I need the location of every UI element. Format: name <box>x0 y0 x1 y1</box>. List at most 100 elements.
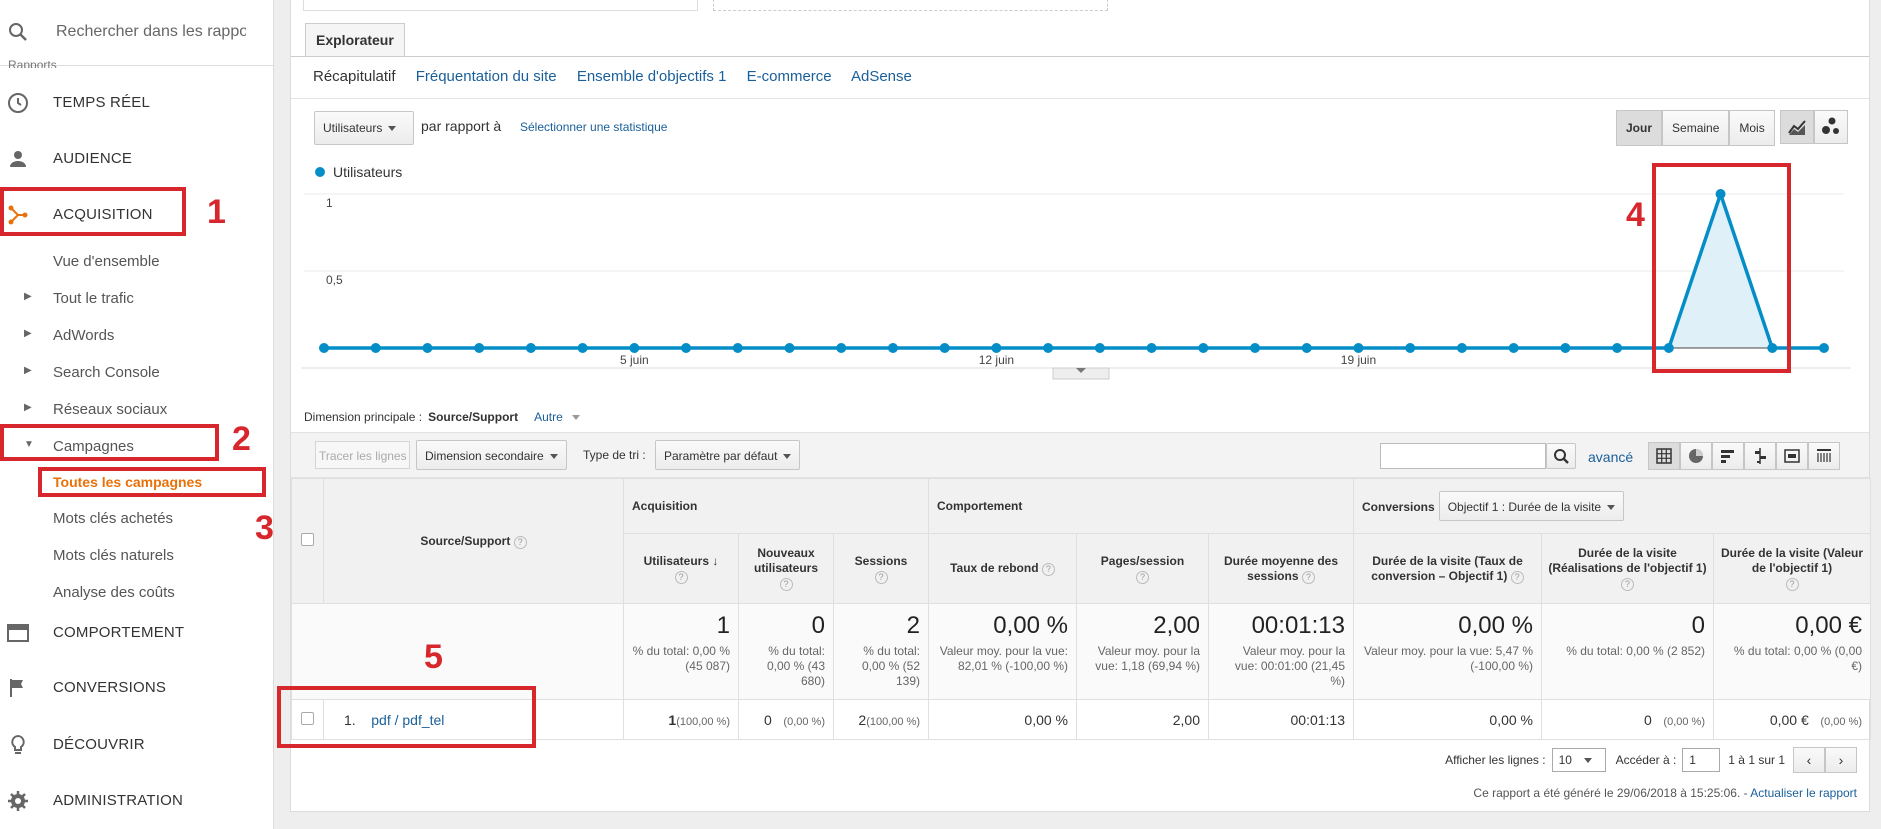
table-view-selector <box>1648 442 1840 470</box>
table-search-input[interactable] <box>1380 443 1546 469</box>
subtab-summary[interactable]: Récapitulatif <box>313 68 396 85</box>
cell-pct: (0,00 %) <box>1820 715 1862 728</box>
annotation-number-4: 4 <box>1626 196 1645 234</box>
period-week-button[interactable]: Semaine <box>1662 110 1730 146</box>
percentage-view-button[interactable] <box>1680 442 1712 470</box>
subtab-site-usage[interactable]: Fréquentation du site <box>416 68 557 85</box>
nav-conversions[interactable]: CONVERSIONS <box>0 668 274 708</box>
help-icon[interactable]: ? <box>513 535 527 549</box>
col-label: Durée de la visite (Réalisations de l'ob… <box>1548 546 1707 575</box>
data-point <box>1043 343 1054 353</box>
cell-bounce: 0,00 % <box>928 699 1077 740</box>
help-icon[interactable]: ? <box>674 570 688 584</box>
col-new-users[interactable]: Nouveaux utilisateurs? <box>738 533 834 604</box>
nav-sub-label: Réseaux sociaux <box>53 401 168 418</box>
refresh-report-link[interactable]: Actualiser le rapport <box>1750 786 1857 800</box>
expand-arrow-icon: ▶ <box>24 402 32 413</box>
nav-overview[interactable]: Vue d'ensemble <box>0 246 274 276</box>
cell-pct: (100,00 %) <box>676 715 730 728</box>
data-point <box>887 343 898 353</box>
metric-select[interactable]: Utilisateurs <box>314 111 414 145</box>
columns-icon <box>1817 449 1831 462</box>
nav-sub-label: Tout le trafic <box>53 290 134 307</box>
performance-view-button[interactable] <box>1712 442 1744 470</box>
prev-page-button[interactable]: ‹ <box>1793 747 1825 773</box>
chevron-down-icon <box>1583 758 1592 764</box>
nav-behavior[interactable]: COMPORTEMENT <box>0 613 274 653</box>
help-icon[interactable]: ? <box>1041 563 1055 576</box>
other-dim-link[interactable]: Autre <box>534 410 581 424</box>
select-metric-link[interactable]: Sélectionner une statistique <box>520 120 667 134</box>
period-month-button[interactable]: Mois <box>1729 110 1775 146</box>
motion-chart-button[interactable] <box>1814 110 1848 144</box>
term-cloud-view-button[interactable] <box>1776 442 1808 470</box>
nav-organic-keywords[interactable]: Mots clés naturels <box>0 540 274 570</box>
secondary-dimension-select[interactable]: Dimension secondaire <box>416 440 567 470</box>
table-search-button[interactable] <box>1546 443 1576 469</box>
help-icon[interactable]: ? <box>1785 578 1799 591</box>
total-sub: % du total: 0,00 % (45 087) <box>632 644 730 673</box>
nav-paid-keywords[interactable]: Mots clés achetés <box>0 503 274 533</box>
group-conversions-label: Conversions <box>1362 500 1435 514</box>
help-icon[interactable]: ? <box>1301 570 1315 584</box>
data-view-button[interactable] <box>1648 442 1680 470</box>
report-search[interactable]: Rechercher dans les rappor <box>0 0 274 66</box>
sidebar: Rechercher dans les rappor Rapports TEMP… <box>0 0 274 829</box>
nav-cost-analysis[interactable]: Analyse des coûts <box>0 577 274 607</box>
subtab-ecommerce[interactable]: E-commerce <box>747 68 832 85</box>
select-all-checkbox[interactable] <box>301 533 314 546</box>
data-point <box>681 343 692 353</box>
data-point <box>939 343 950 353</box>
source-header[interactable]: Source/Support ? <box>323 478 624 604</box>
lightbulb-icon <box>11 734 25 754</box>
rows-per-page-value: 10 <box>1558 753 1572 767</box>
nav-realtime[interactable]: TEMPS RÉEL <box>0 83 274 123</box>
goal-select[interactable]: Objectif 1 : Durée de la visite <box>1438 491 1625 521</box>
subtab-goal-set-1[interactable]: Ensemble d'objectifs 1 <box>577 68 727 85</box>
nav-audience[interactable]: AUDIENCE <box>0 139 274 179</box>
divider <box>291 98 1869 99</box>
nav-admin[interactable]: ADMINISTRATION <box>0 781 274 821</box>
help-icon[interactable]: ? <box>1510 570 1524 584</box>
nav-all-traffic[interactable]: ▶ Tout le trafic <box>0 283 274 313</box>
help-icon[interactable]: ? <box>874 570 888 584</box>
grid-icon <box>1656 448 1672 464</box>
next-page-button[interactable]: › <box>1825 747 1857 773</box>
chevron-down-icon <box>572 415 581 421</box>
col-label: Nouveaux utilisateurs <box>753 546 819 575</box>
col-bounce-rate[interactable]: Taux de rebond ? <box>928 533 1077 604</box>
nav-search-console[interactable]: ▶ Search Console <box>0 357 274 387</box>
help-icon[interactable]: ? <box>779 578 793 591</box>
period-day-button[interactable]: Jour <box>1616 110 1663 146</box>
col-sessions[interactable]: Sessions? <box>833 533 929 604</box>
date-range-box[interactable] <box>303 0 698 11</box>
tab-explorer[interactable]: Explorateur <box>305 23 405 57</box>
col-goal-completions[interactable]: Durée de la visite (Réalisations de l'ob… <box>1541 533 1714 604</box>
col-goal-conv-rate[interactable]: Durée de la visite (Taux de conversion –… <box>1353 533 1542 604</box>
advanced-filter-link[interactable]: avancé <box>1588 449 1633 465</box>
col-label: Durée moyenne des sessions <box>1223 553 1339 583</box>
cell-goal-value: 0,00 € (0,00 %) <box>1713 699 1871 740</box>
help-icon[interactable]: ? <box>1136 570 1149 584</box>
plot-rows-button[interactable]: Tracer les lignes <box>315 441 410 469</box>
chevron-left-icon: ‹ <box>1806 752 1812 768</box>
col-avg-duration[interactable]: Durée moyenne des sessions ? <box>1208 533 1354 604</box>
subtab-adsense[interactable]: AdSense <box>851 68 912 85</box>
pivot-view-button[interactable] <box>1808 442 1840 470</box>
comparison-view-button[interactable] <box>1744 442 1776 470</box>
segment-box[interactable] <box>713 0 1108 11</box>
legend-dot-icon <box>315 167 325 177</box>
help-icon[interactable]: ? <box>1621 578 1634 591</box>
col-goal-value[interactable]: Durée de la visite (Valeur de l'objectif… <box>1713 533 1871 604</box>
annotation-box-3 <box>38 467 266 497</box>
goto-input[interactable]: 1 <box>1682 748 1721 772</box>
search-input[interactable]: Rechercher dans les rappor <box>56 23 246 41</box>
col-pages-session[interactable]: Pages/session? <box>1076 533 1209 604</box>
col-users[interactable]: Utilisateurs ↓? <box>623 533 739 604</box>
line-chart-button[interactable] <box>1780 110 1814 144</box>
nav-discover[interactable]: DÉCOUVRIR <box>0 725 274 765</box>
rows-per-page-select[interactable]: 10 <box>1551 748 1606 772</box>
data-point <box>991 343 1002 353</box>
nav-adwords[interactable]: ▶ AdWords <box>0 320 274 350</box>
sort-type-select[interactable]: Paramètre par défaut <box>655 440 801 470</box>
